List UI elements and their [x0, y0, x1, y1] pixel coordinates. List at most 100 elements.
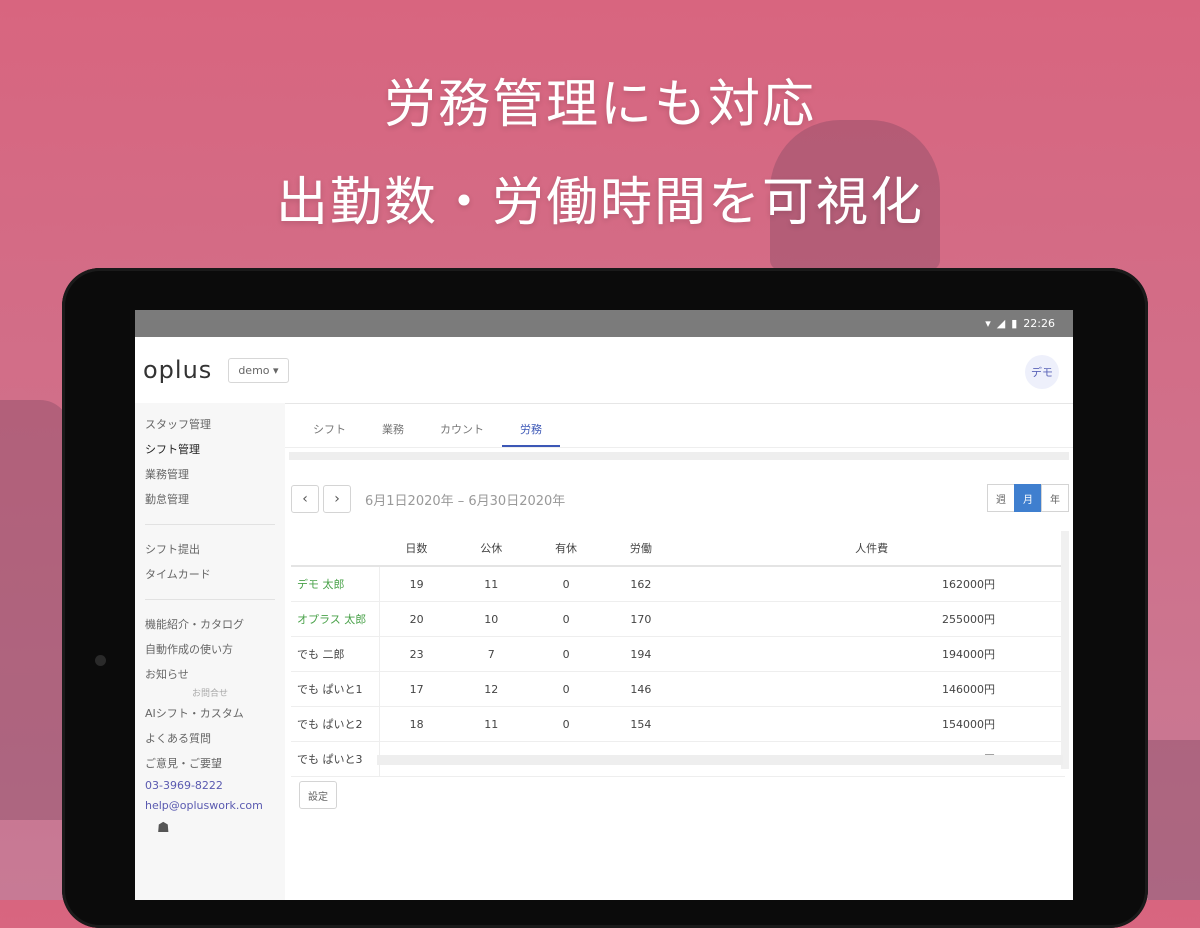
days-cell: 23: [379, 636, 454, 672]
staff-name-cell[interactable]: でも 二郎: [291, 636, 380, 672]
top-horizontal-scrollbar[interactable]: [289, 452, 1069, 460]
tab-shift[interactable]: シフト: [295, 421, 364, 447]
android-icon[interactable]: ☗: [157, 820, 170, 836]
tab-count[interactable]: カウント: [422, 421, 502, 447]
tab-labor[interactable]: 労務: [502, 421, 560, 447]
signal-icon: ◢: [996, 317, 1006, 330]
avatar[interactable]: デモ: [1025, 355, 1059, 389]
prev-period-button[interactable]: ‹: [291, 485, 319, 513]
sidebar-item-timecard[interactable]: タイムカード: [135, 562, 285, 587]
labor-cost-cell: 194000円: [678, 636, 1065, 672]
paid-leave-cell: 0: [528, 636, 604, 672]
holiday-cell: 11: [453, 706, 529, 742]
table-header-holiday: 公休: [453, 531, 529, 567]
sidebar-item-shift[interactable]: シフト管理: [135, 437, 285, 462]
table-vertical-scrollbar[interactable]: [1061, 531, 1069, 769]
sidebar-item-tasks[interactable]: 業務管理: [135, 462, 285, 487]
table-row: オプラス 太郎 20 10 0 170 255000円: [291, 601, 1065, 637]
tablet-screen: ▾ ◢ ▮ 22:26 oplus demo ▾ デモ スタッフ管理 シフト管理…: [135, 310, 1073, 900]
date-range: 6月1日2020年 – 6月30日2020年: [365, 493, 566, 509]
app-logo[interactable]: oplus: [143, 356, 212, 384]
table-header-name: [291, 531, 379, 567]
sidebar-divider: [145, 524, 275, 525]
sidebar-contact-heading: お問合せ: [191, 689, 228, 699]
next-period-button[interactable]: ›: [323, 485, 351, 513]
table-row: でも ぱいと1 17 12 0 146 146000円: [291, 671, 1065, 707]
sidebar-item-feedback[interactable]: ご意見・ご要望: [135, 751, 285, 776]
table-header-row: 日数 公休 有休 労働 人件費: [291, 531, 1065, 567]
holiday-cell: 7: [453, 636, 529, 672]
sidebar-item-news[interactable]: お知らせ: [135, 662, 285, 687]
sidebar-app-icons: ☗: [135, 816, 285, 841]
sidebar-divider: [145, 599, 275, 600]
staff-name-cell[interactable]: でも ぱいと2: [291, 706, 380, 742]
labor-cost-cell: 255000円: [678, 601, 1065, 637]
store-select-value: demo: [238, 363, 270, 377]
paid-leave-cell: 0: [528, 601, 604, 637]
hours-cell: 170: [603, 601, 679, 637]
holiday-cell: 10: [453, 601, 529, 637]
holiday-cell: 12: [453, 671, 529, 707]
hours-cell: 146: [603, 671, 679, 707]
holiday-cell: 11: [453, 566, 529, 602]
paid-leave-cell: 0: [528, 671, 604, 707]
hours-cell: 154: [603, 706, 679, 742]
sidebar-item-catalog[interactable]: 機能紹介・カタログ: [135, 612, 285, 637]
days-cell: 20: [379, 601, 454, 637]
wifi-icon: ▾: [985, 317, 991, 330]
labor-cost-cell: 146000円: [678, 671, 1065, 707]
app-header: oplus demo ▾ デモ: [135, 337, 1073, 404]
tab-tasks[interactable]: 業務: [364, 421, 422, 447]
paid-leave-cell: 0: [528, 566, 604, 602]
chevron-right-icon: ›: [334, 491, 340, 507]
hours-cell: 162: [603, 566, 679, 602]
settings-button[interactable]: 設定: [299, 781, 337, 809]
background-desk-right: [1148, 740, 1200, 900]
sidebar-item-auto-guide[interactable]: 自動作成の使い方: [135, 637, 285, 662]
days-cell: 19: [379, 566, 454, 602]
labor-cost-cell: 154000円: [678, 706, 1065, 742]
sidebar: スタッフ管理 シフト管理 業務管理 勤怠管理 シフト提出 タイムカード 機能紹介…: [135, 403, 285, 900]
sidebar-item-staff[interactable]: スタッフ管理: [135, 412, 285, 437]
status-bar: ▾ ◢ ▮ 22:26: [135, 310, 1073, 337]
period-week-button[interactable]: 週: [987, 484, 1015, 512]
table-header-hours: 労働: [603, 531, 679, 567]
status-time: 22:26: [1023, 317, 1055, 330]
table-row: でも ぱいと2 18 11 0 154 154000円: [291, 706, 1065, 742]
tab-bar: シフト 業務 カウント 労務: [285, 403, 1073, 448]
days-cell: 17: [379, 671, 454, 707]
table-header-days: 日数: [379, 531, 454, 567]
store-select[interactable]: demo ▾: [228, 357, 289, 383]
sidebar-item-shift-submit[interactable]: シフト提出: [135, 537, 285, 562]
staff-name-cell[interactable]: デモ 太郎: [291, 566, 380, 602]
chevron-down-icon: ▾: [273, 363, 279, 377]
labor-table: 日数 公休 有休 労働 人件費 デモ 太郎 19 11 0 162 162000円 オプラス…: [291, 531, 1065, 777]
hours-cell: 194: [603, 636, 679, 672]
days-cell: 18: [379, 706, 454, 742]
sidebar-email-link[interactable]: help@opluswork.com: [135, 796, 285, 816]
table-horizontal-scrollbar[interactable]: [377, 755, 1063, 765]
table-row: デモ 太郎 19 11 0 162 162000円: [291, 566, 1065, 602]
headline-line1: 労務管理にも対応: [383, 75, 816, 135]
period-year-button[interactable]: 年: [1041, 484, 1069, 512]
period-month-button[interactable]: 月: [1014, 484, 1042, 512]
staff-name-cell[interactable]: オプラス 太郎: [291, 601, 380, 637]
staff-name-cell[interactable]: でも ぱいと1: [291, 671, 380, 707]
background-figure-left: [0, 400, 70, 820]
chevron-left-icon: ‹: [302, 491, 308, 507]
date-navigation: ‹ › 6月1日2020年 – 6月30日2020年 週 月 年: [285, 484, 1073, 514]
tablet-camera: [95, 655, 106, 666]
labor-cost-cell: 162000円: [678, 566, 1065, 602]
table-header-paid-leave: 有休: [528, 531, 604, 567]
sidebar-item-attendance[interactable]: 勤怠管理: [135, 487, 285, 512]
main-content: シフト 業務 カウント 労務 ‹ › 6月1日2020年 – 6月30日2020…: [285, 403, 1073, 900]
headline-line2: 出勤数・労働時間を可視化: [275, 173, 924, 233]
period-toggle: 週 月 年: [987, 484, 1069, 512]
sidebar-phone-link[interactable]: 03-3969-8222: [135, 776, 285, 796]
battery-icon: ▮: [1011, 317, 1018, 330]
table-header-labor-cost: 人件費: [678, 531, 1065, 567]
paid-leave-cell: 0: [528, 706, 604, 742]
staff-name-cell[interactable]: でも ぱいと3: [291, 741, 380, 777]
sidebar-item-faq[interactable]: よくある質問: [135, 726, 285, 751]
sidebar-item-ai-custom[interactable]: AIシフト・カスタム: [135, 701, 285, 726]
